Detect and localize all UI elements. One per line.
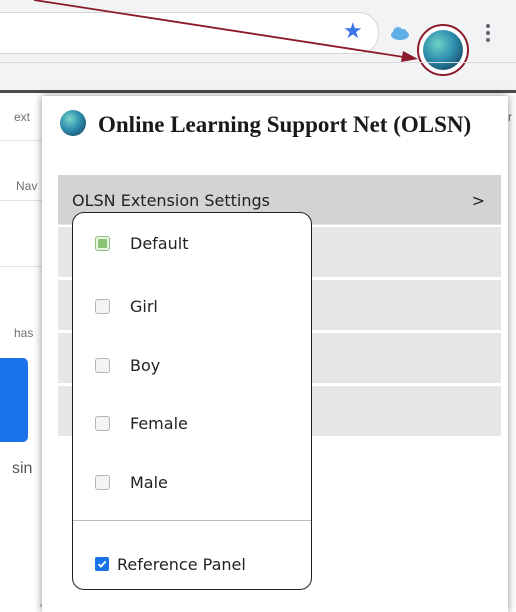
option-boy[interactable]: Boy — [95, 352, 160, 378]
background-text-ext: ext — [14, 110, 31, 124]
option-selector[interactable] — [95, 415, 110, 431]
olsn-globe-icon — [60, 110, 86, 136]
option-label: Boy — [130, 355, 161, 375]
option-label: Girl — [130, 296, 158, 316]
background-divider — [0, 140, 42, 141]
submenu-divider — [73, 520, 311, 521]
option-label: Female — [130, 413, 188, 433]
check-icon[interactable] — [95, 557, 109, 571]
chevron-right-icon: > — [471, 191, 485, 210]
background-divider — [0, 266, 42, 267]
option-label: Male — [130, 472, 168, 492]
background-text-r: r — [508, 110, 512, 124]
option-selector[interactable] — [95, 298, 110, 314]
option-girl[interactable]: Girl — [95, 293, 158, 319]
option-male[interactable]: Male — [95, 469, 168, 495]
voice-options-submenu: Default Girl Boy Female Male Reference P… — [72, 212, 312, 590]
popup-title-text: Online Learning Support Net (OLSN) — [98, 112, 472, 137]
extension-settings-label: OLSN Extension Settings — [72, 191, 270, 210]
reference-panel-label: Reference Panel — [117, 554, 246, 574]
background-text-nav: Nav — [16, 179, 38, 193]
background-text-sin: sin — [12, 460, 33, 477]
background-text-has: has — [14, 326, 34, 340]
background-divider — [0, 200, 42, 201]
option-selector[interactable] — [95, 235, 110, 251]
option-female[interactable]: Female — [95, 410, 188, 436]
option-selector[interactable] — [95, 474, 110, 490]
popup-title: Online Learning Support Net (OLSN) — [60, 110, 500, 139]
annotation-arrow — [33, 0, 418, 62]
reference-panel-toggle[interactable]: Reference Panel — [95, 551, 246, 577]
option-selector[interactable] — [95, 357, 110, 373]
option-default[interactable]: Default — [95, 230, 188, 256]
option-label: Default — [130, 233, 189, 253]
background-blue-button — [0, 358, 28, 442]
